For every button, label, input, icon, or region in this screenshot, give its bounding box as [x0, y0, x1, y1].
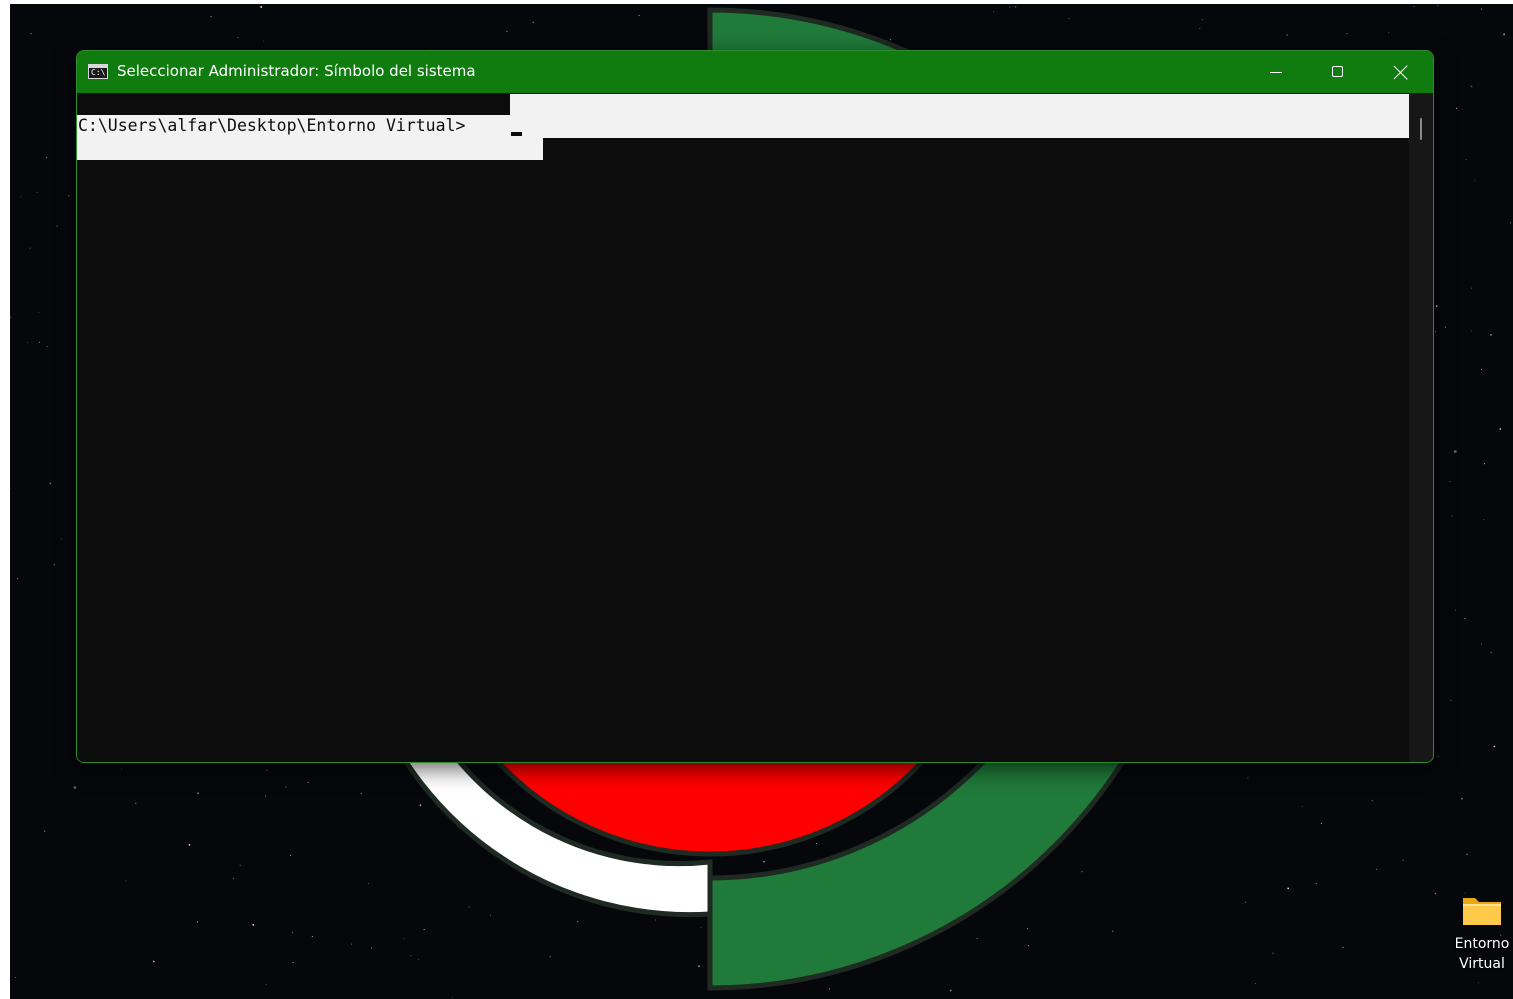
scrollbar-thumb[interactable]	[1420, 118, 1422, 140]
minimize-button[interactable]	[1245, 51, 1307, 93]
console-area[interactable]: C:\Users\alfar\Desktop\Entorno Virtual>	[77, 93, 1409, 762]
selection-highlight	[510, 94, 1409, 138]
desktop-icon-label: Entorno Virtual	[1454, 936, 1510, 972]
close-button[interactable]	[1369, 51, 1431, 93]
title-bar[interactable]: C:\ Seleccionar Administrador: Símbolo d…	[77, 51, 1433, 93]
vertical-scrollbar[interactable]	[1409, 93, 1433, 762]
maximize-icon	[1332, 66, 1343, 77]
prompt-text: C:\Users\alfar\Desktop\Entorno Virtual>	[78, 116, 466, 135]
command-prompt-window[interactable]: C:\ Seleccionar Administrador: Símbolo d…	[76, 50, 1434, 763]
text-cursor	[511, 132, 522, 136]
close-icon	[1393, 64, 1409, 80]
folder-icon	[1463, 898, 1501, 925]
window-title: Seleccionar Administrador: Símbolo del s…	[117, 62, 476, 80]
desktop-icon-entorno-virtual[interactable]: Entorno Virtual	[1452, 888, 1512, 984]
maximize-button[interactable]	[1307, 51, 1369, 93]
command-prompt-icon: C:\	[88, 64, 108, 79]
minimize-icon	[1270, 72, 1282, 73]
